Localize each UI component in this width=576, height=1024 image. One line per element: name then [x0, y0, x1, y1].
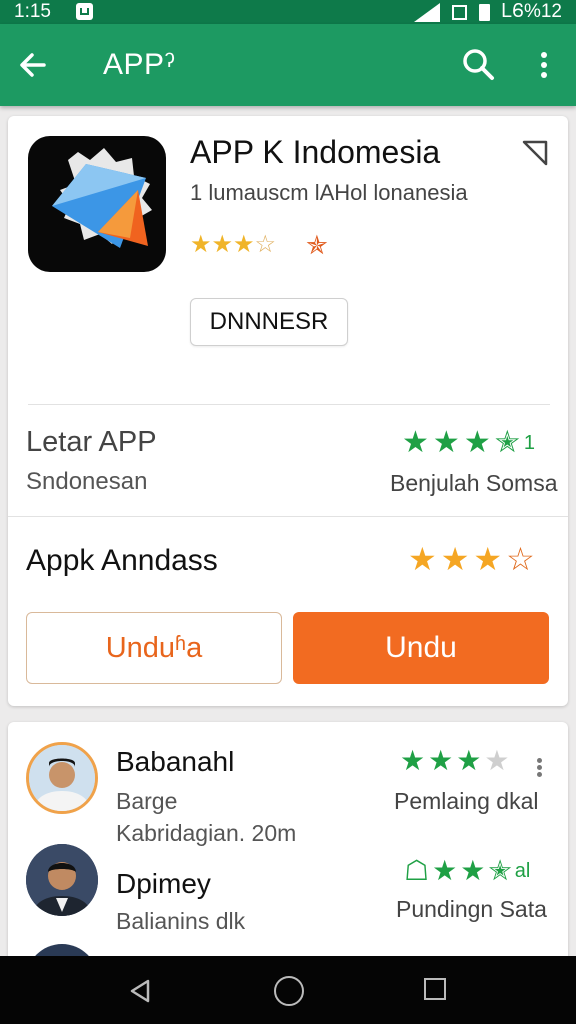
reviewer-name: Dpimey: [116, 868, 211, 899]
star-icon: ★: [456, 745, 482, 776]
status-icons: ᏞᏮ%12: [413, 0, 562, 24]
reviews-card: Babanahl Barge Kabridagian. 20m ★ ★ ★ ★ …: [8, 722, 568, 1016]
star-icon: ★: [432, 426, 460, 459]
star-icon: ★: [428, 745, 454, 776]
install-button[interactable]: DNNNESR: [190, 298, 348, 346]
review-text: Barge: [116, 788, 178, 814]
nav-back-icon[interactable]: [126, 976, 156, 1006]
app-logo-icon: [28, 136, 166, 272]
rating-badge-icon: ✯: [306, 230, 328, 260]
app-bar: APPˀ: [0, 24, 576, 106]
star-empty-icon: ☆: [254, 231, 277, 258]
status-time: 1:15: [14, 1, 51, 22]
avatar[interactable]: [26, 742, 98, 814]
star-empty-icon: ★: [484, 745, 510, 776]
stars-suffix: 1: [523, 431, 535, 454]
star-icon: ★: [402, 426, 429, 459]
star-icon: ★: [440, 541, 470, 577]
section-title: Letar APP: [26, 426, 157, 458]
star-empty-icon: ☆: [506, 541, 535, 577]
app-bar-title: APPˀ: [103, 48, 176, 81]
navigation-bar: [0, 956, 576, 1024]
app-name: APP K Indomesia: [190, 134, 441, 170]
section-rating-stars: ★ ★ ★ ✭ 1: [402, 426, 535, 459]
signal-icon: [413, 2, 440, 22]
reviewer-name: Babanahl: [116, 746, 235, 777]
review-rating-stars: ☖ ★ ★ ✭ al: [404, 855, 531, 886]
status-battery-text: ᏞᏮ%12: [501, 1, 562, 22]
search-icon[interactable]: [460, 46, 496, 82]
download-outline-button[interactable]: Unduʱa: [26, 612, 282, 684]
star-icon: ★: [211, 231, 234, 258]
stars-suffix: al: [514, 859, 531, 882]
star-outline-icon: ☖: [404, 855, 430, 886]
sim-icon: [451, 4, 467, 20]
review-note: Pemlaing dkal: [394, 788, 539, 814]
nav-home-icon[interactable]: [274, 976, 304, 1006]
arrow-left-icon[interactable]: [14, 46, 52, 84]
star-icon: ★: [408, 541, 437, 577]
app-detail-card: APP K Indomesia 1 lumausсm lAHol lonanes…: [8, 116, 568, 706]
star-icon: ★: [190, 231, 212, 258]
review-meta: Kabridagian. 20m: [116, 820, 297, 846]
app-developer: 1 lumausсm lAHol lonanesia: [190, 180, 468, 205]
star-icon: ★: [473, 541, 503, 577]
section-rating-stars: ★ ★ ★ ☆: [408, 541, 539, 577]
app-rating-stars: ★ ★ ★ ☆: [190, 232, 276, 258]
notification-icon: [76, 3, 93, 20]
divider: [28, 404, 550, 405]
review-note: Pundingn Sata: [396, 896, 547, 922]
status-bar: 1:15 ᏞᏮ%12: [0, 0, 576, 24]
nav-recents-icon[interactable]: [424, 978, 446, 1000]
star-half-icon: ✭: [488, 855, 512, 886]
star-half-icon: ✭: [494, 426, 520, 459]
section-subtitle: Sndonesan: [26, 468, 148, 495]
section-note: Benjulah Somsa: [390, 470, 558, 496]
star-icon: ★: [233, 231, 255, 258]
review-more-icon[interactable]: [536, 756, 542, 779]
download-button[interactable]: Undu: [293, 612, 549, 684]
review-rating-stars: ★ ★ ★ ★: [400, 745, 512, 776]
battery-icon: [478, 3, 490, 21]
star-icon: ★: [400, 745, 426, 776]
star-icon: ★: [432, 855, 458, 886]
avatar[interactable]: [26, 844, 98, 916]
review-text: Balianins dlk: [116, 908, 246, 934]
section-title: Appk Anndass: [26, 544, 218, 577]
star-icon: ★: [463, 426, 491, 459]
more-vert-icon[interactable]: [532, 48, 556, 84]
flag-icon[interactable]: [521, 138, 549, 166]
star-icon: ★: [460, 855, 486, 886]
divider: [8, 516, 568, 517]
